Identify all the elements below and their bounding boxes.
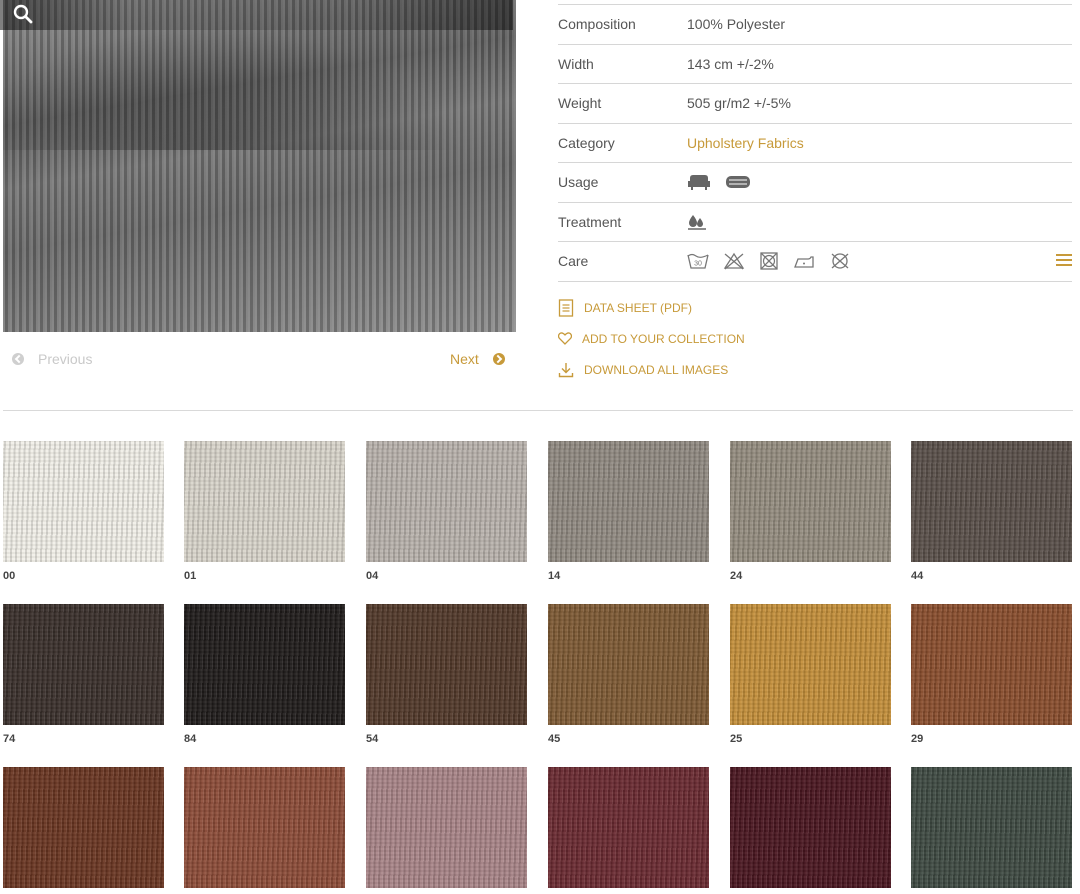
swatch-image[interactable] xyxy=(3,604,164,725)
water-repellent-badge: WATER REPELLENT xyxy=(941,5,1062,19)
magnifier-icon[interactable] xyxy=(12,3,34,25)
product-main-image[interactable] xyxy=(3,0,516,332)
product-actions: DATA SHEET (PDF) ADD TO YOUR COLLECTION … xyxy=(558,292,745,385)
next-button[interactable]: Next xyxy=(450,351,505,367)
spec-row-usage: Usage xyxy=(558,162,1072,202)
swatch-image[interactable] xyxy=(366,441,527,562)
color-swatch[interactable] xyxy=(730,767,891,888)
spec-value: 100% Polyester xyxy=(687,16,786,33)
section-divider xyxy=(3,410,1073,411)
image-overlay-bar xyxy=(0,0,513,30)
spec-row-treatment: Treatment xyxy=(558,201,1072,242)
color-swatch[interactable]: 54 xyxy=(366,604,527,747)
category-link[interactable]: Upholstery Fabrics xyxy=(687,135,804,151)
color-swatch[interactable] xyxy=(548,767,709,888)
swatch-code: 74 xyxy=(3,733,16,745)
swatch-image[interactable] xyxy=(184,604,345,725)
swatch-code: 54 xyxy=(366,733,379,745)
spec-label: Composition xyxy=(558,16,636,33)
no-bleach-icon xyxy=(723,253,745,270)
color-swatch[interactable] xyxy=(184,767,345,888)
previous-label: Previous xyxy=(38,351,93,367)
swatch-image[interactable] xyxy=(730,604,891,725)
swatch-code: 01 xyxy=(184,570,197,582)
swatch-code: 44 xyxy=(911,570,924,582)
swatch-code: 45 xyxy=(548,733,561,745)
specifications-table: Composition 100% Polyester Width 143 cm … xyxy=(558,4,1072,282)
download-images-link[interactable]: DOWNLOAD ALL IMAGES xyxy=(558,354,745,385)
swatch-image[interactable] xyxy=(548,604,709,725)
color-swatch[interactable]: 14 xyxy=(548,441,709,584)
swatch-image[interactable] xyxy=(366,767,527,888)
document-icon xyxy=(558,298,574,317)
swatch-image[interactable] xyxy=(184,767,345,888)
color-swatch[interactable]: 00 xyxy=(3,441,164,584)
color-swatch[interactable]: 01 xyxy=(184,441,345,584)
add-to-collection-link[interactable]: ADD TO YOUR COLLECTION xyxy=(558,323,745,354)
swatch-code: 29 xyxy=(911,733,924,745)
no-dry-clean-icon xyxy=(831,253,849,269)
swatch-image[interactable] xyxy=(911,604,1072,725)
color-swatch[interactable]: 25 xyxy=(730,604,891,747)
wash-30-icon: 30 xyxy=(687,254,709,269)
armchair-icon xyxy=(688,175,710,191)
color-swatch[interactable]: 74 xyxy=(3,604,164,747)
water-repellent-icon xyxy=(688,214,706,230)
spec-row-category: Category Upholstery Fabrics xyxy=(558,122,1072,163)
spec-value: 143 cm +/-2% xyxy=(687,55,774,72)
no-tumble-dry-icon xyxy=(760,252,778,270)
spec-row-width: Width 143 cm +/-2% xyxy=(558,43,1072,84)
iron-low-icon xyxy=(794,256,814,268)
swatch-image[interactable] xyxy=(3,767,164,888)
swatch-image[interactable] xyxy=(548,441,709,562)
color-swatch[interactable]: 84 xyxy=(184,604,345,747)
chevron-right-circle-icon xyxy=(492,353,505,365)
spec-label: Category xyxy=(558,134,615,151)
color-swatch[interactable]: 29 xyxy=(911,604,1072,747)
color-swatch[interactable] xyxy=(3,767,164,888)
next-label: Next xyxy=(450,351,479,367)
spec-value: 505 gr/m2 +/-5% xyxy=(687,95,791,112)
swatch-code: 24 xyxy=(730,570,743,582)
swatch-image[interactable] xyxy=(911,441,1072,562)
swatch-image[interactable] xyxy=(3,441,164,562)
heart-icon xyxy=(558,332,572,345)
menu-icon[interactable] xyxy=(1056,254,1072,268)
spec-label: Care xyxy=(558,253,589,270)
swatch-image[interactable] xyxy=(730,441,891,562)
swatch-code: 14 xyxy=(548,570,561,582)
swatch-image[interactable] xyxy=(366,604,527,725)
chevron-left-circle-icon xyxy=(12,353,24,365)
color-swatch[interactable]: 44 xyxy=(911,441,1072,584)
color-swatch[interactable]: 45 xyxy=(548,604,709,747)
swatch-image[interactable] xyxy=(911,767,1072,888)
svg-text:30: 30 xyxy=(694,261,702,268)
swatch-image[interactable] xyxy=(548,767,709,888)
spec-row-care: Care 30 xyxy=(558,241,1072,282)
swatch-code: 84 xyxy=(184,733,197,745)
swatch-code: 25 xyxy=(730,733,743,745)
download-icon xyxy=(558,362,574,377)
swatch-code: 00 xyxy=(3,570,16,582)
swatch-code: 04 xyxy=(366,570,379,582)
color-swatch[interactable]: 04 xyxy=(366,441,527,584)
color-swatch[interactable]: 24 xyxy=(730,441,891,584)
color-swatch[interactable] xyxy=(911,767,1072,888)
swatch-image[interactable] xyxy=(184,441,345,562)
spec-label: Width xyxy=(558,55,594,72)
spec-row-weight: Weight 505 gr/m2 +/-5% xyxy=(558,83,1072,123)
collection-label: ADD TO YOUR COLLECTION xyxy=(582,331,745,346)
datasheet-label: DATA SHEET (PDF) xyxy=(584,300,693,315)
cushion-icon xyxy=(726,176,750,189)
previous-button[interactable]: Previous xyxy=(12,351,92,367)
color-swatch[interactable] xyxy=(366,767,527,888)
spec-label: Usage xyxy=(558,174,599,191)
spec-label: Treatment xyxy=(558,213,622,230)
download-label: DOWNLOAD ALL IMAGES xyxy=(584,362,729,377)
spec-label: Weight xyxy=(558,95,602,112)
datasheet-link[interactable]: DATA SHEET (PDF) xyxy=(558,292,745,323)
swatch-image[interactable] xyxy=(730,767,891,888)
